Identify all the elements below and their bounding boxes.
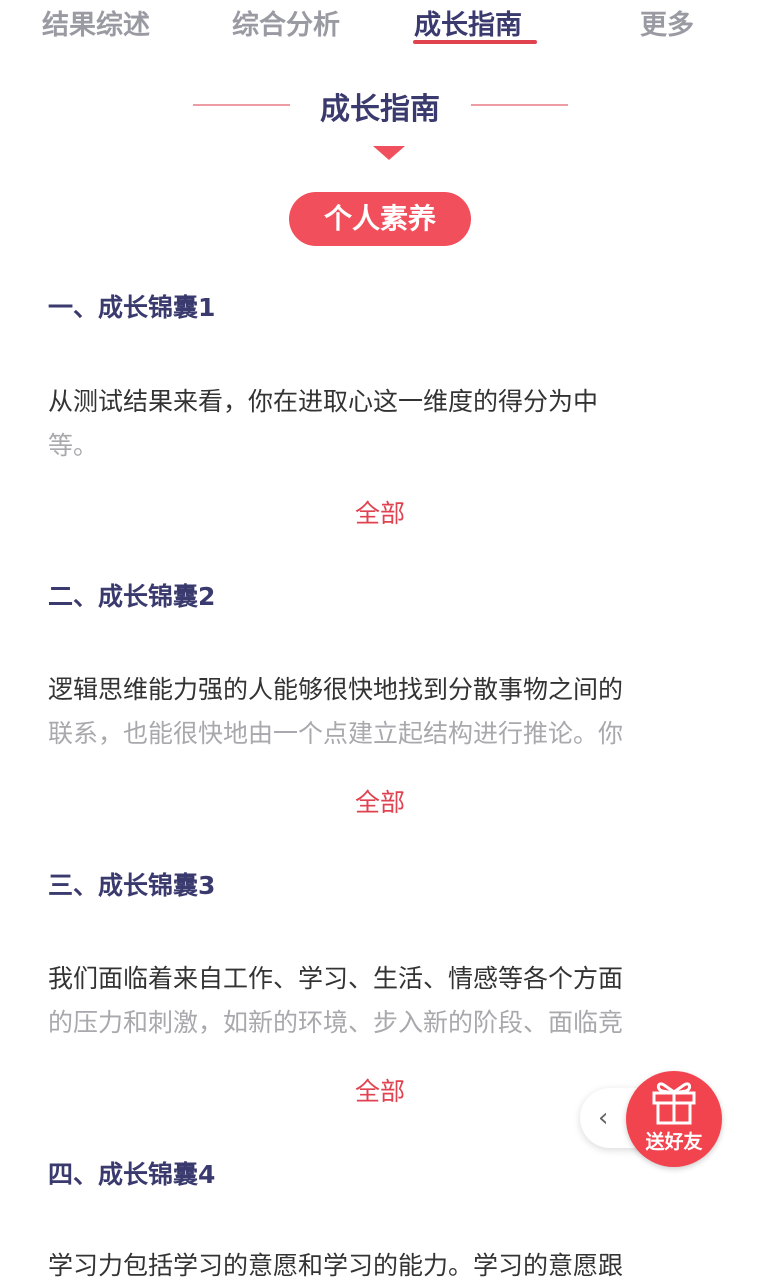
item-heading: 三、成长锦囊3 [48, 871, 216, 900]
expand-all-link[interactable]: 全部 [0, 783, 760, 819]
item-heading: 四、成长锦囊4 [48, 1160, 216, 1189]
item-text: 我们面临着来自工作、学习、生活、情感等各个方面 的压力和刺激，如新的环境、步入新… [48, 957, 708, 1045]
active-tab-indicator [413, 40, 537, 44]
item-text: 学习力包括学习的意愿和学习的能力。学习的意愿跟 [48, 1244, 708, 1280]
tab-bar: 结果综述 综合分析 成长指南 更多 [0, 0, 760, 54]
item-text: 逻辑思维能力强的人能够很快地找到分散事物之间的 联系，也能很快地由一个点建立起结… [48, 668, 708, 756]
down-arrow-icon [373, 146, 405, 160]
page: 结果综述 综合分析 成长指南 更多 成长指南 个人素养 一、成长锦囊1 从测试结… [0, 0, 760, 1280]
item-heading: 二、成长锦囊2 [48, 582, 216, 611]
tab-analysis[interactable]: 综合分析 [232, 6, 340, 46]
item-heading: 一、成长锦囊1 [48, 293, 216, 322]
title-divider-right [471, 104, 568, 106]
tab-more[interactable]: 更多 [640, 6, 694, 46]
category-pill: 个人素养 [289, 192, 471, 246]
share-friend-label: 送好友 [645, 1131, 703, 1153]
item-text-line-faded: 的压力和刺激，如新的环境、步入新的阶段、面临竞 [48, 1008, 624, 1037]
item-text-line-faded: 等。 [48, 431, 99, 460]
item-text-line-faded: 联系，也能很快地由一个点建立起结构进行推论。你 [48, 719, 624, 748]
expand-all-link[interactable]: 全部 [0, 494, 760, 530]
item-text-line: 学习力包括学习的意愿和学习的能力。学习的意愿跟 [48, 1251, 624, 1280]
share-friend-button[interactable]: 送好友 [626, 1071, 722, 1167]
item-text: 从测试结果来看，你在进取心这一维度的得分为中 等。 [48, 380, 708, 468]
chevron-left-icon[interactable]: ‹ [598, 1104, 618, 1132]
tab-summary[interactable]: 结果综述 [42, 6, 150, 46]
item-text-line: 我们面临着来自工作、学习、生活、情感等各个方面 [48, 964, 624, 993]
gift-icon [652, 1082, 696, 1125]
section-header: 成长指南 [0, 80, 760, 130]
item-text-line: 逻辑思维能力强的人能够很快地找到分散事物之间的 [48, 675, 624, 704]
item-text-line: 从测试结果来看，你在进取心这一维度的得分为中 [48, 387, 599, 416]
section-title: 成长指南 [320, 92, 440, 127]
